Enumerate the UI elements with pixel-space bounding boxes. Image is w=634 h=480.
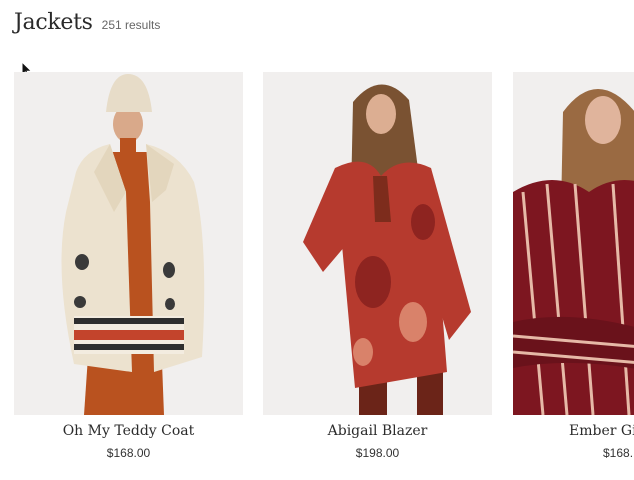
teddy-coat-photo	[14, 72, 243, 415]
product-image[interactable]	[263, 72, 492, 415]
product-price: $198.00	[355, 446, 400, 460]
product-image[interactable]	[513, 72, 634, 415]
product-name[interactable]: Ember Gir	[513, 423, 634, 439]
product-grid: Oh My Teddy Coat $168.00 Abigail Blazer …	[0, 0, 634, 480]
product-name[interactable]: Oh My Teddy Coat	[14, 423, 243, 439]
blazer-photo	[263, 72, 492, 415]
striped-jacket-photo	[513, 72, 634, 415]
product-price: $168.00	[106, 446, 151, 460]
product-image[interactable]	[14, 72, 243, 415]
product-price: $168.	[603, 446, 634, 460]
product-card[interactable]: Oh My Teddy Coat $168.00	[14, 72, 243, 460]
product-name[interactable]: Abigail Blazer	[263, 423, 492, 439]
product-card[interactable]: Abigail Blazer $198.00	[263, 72, 492, 460]
product-card[interactable]: Ember Gir $168.	[513, 72, 634, 460]
